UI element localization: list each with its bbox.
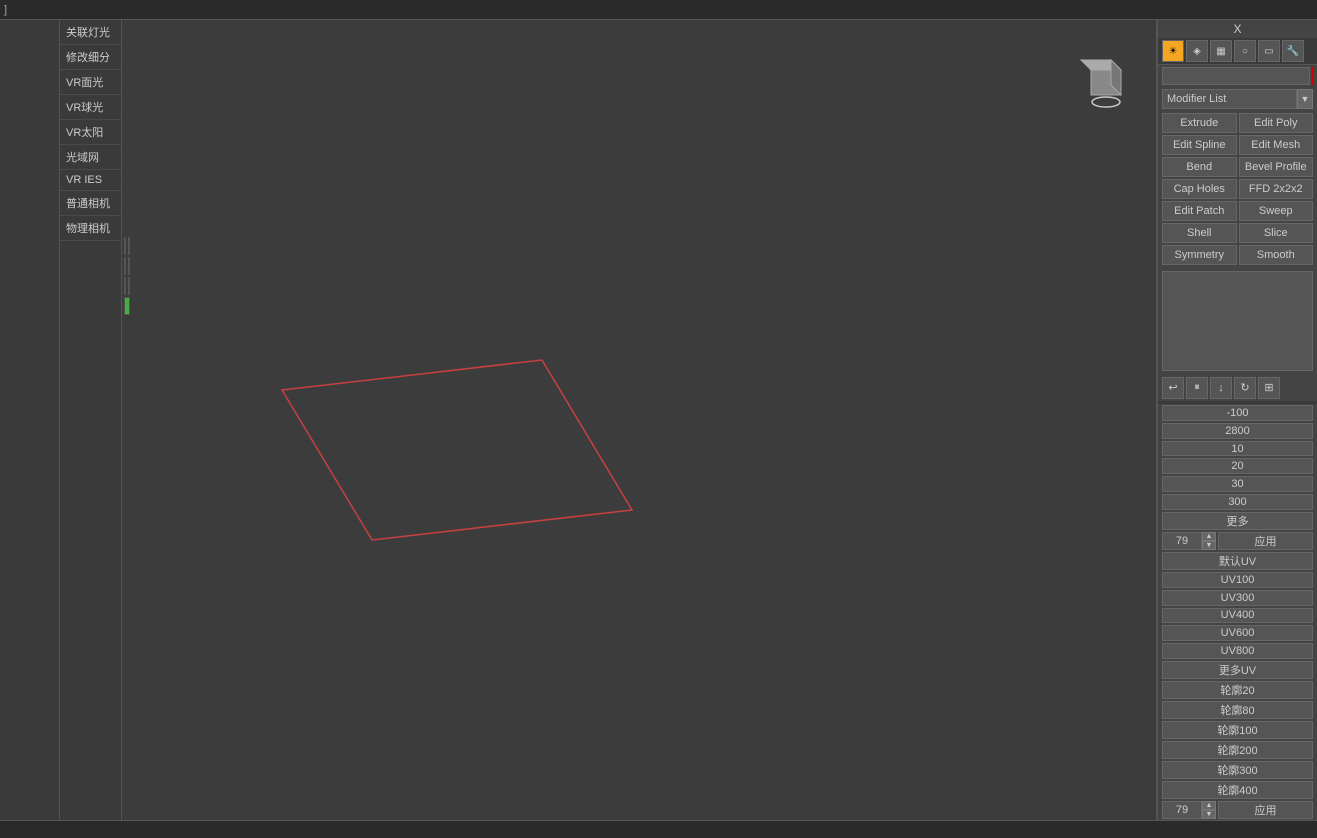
- wrench-icon-btn[interactable]: 🔧: [1282, 40, 1304, 62]
- sidebar-item-6[interactable]: VR IES: [60, 170, 121, 191]
- down-icon[interactable]: ↓: [1210, 377, 1232, 399]
- icons-toolbar: ☀ ◈ ▦ ○ ▭ 🔧: [1158, 38, 1317, 65]
- contour300-btn[interactable]: 轮廓300: [1162, 761, 1313, 779]
- swatch-2[interactable]: [124, 257, 126, 275]
- spinner-down-2[interactable]: ▼: [1202, 810, 1216, 819]
- red-input-row: [1158, 65, 1317, 87]
- ffd-btn[interactable]: FFD 2x2x2: [1239, 179, 1314, 199]
- symmetry-btn[interactable]: Symmetry: [1162, 245, 1237, 265]
- spinner-input-1[interactable]: [1162, 532, 1202, 550]
- sidebar-item-4[interactable]: VR太阳: [60, 120, 121, 145]
- sidebar-item-0[interactable]: 关联灯光: [60, 20, 121, 45]
- num-btn-10[interactable]: 10: [1162, 441, 1313, 457]
- edit-spline-btn[interactable]: Edit Spline: [1162, 135, 1237, 155]
- top-bar-label: ]: [4, 4, 7, 16]
- num-btn-neg100[interactable]: -100: [1162, 405, 1313, 421]
- viewport: 关联灯光 修改细分 VR面光 VR球光 VR太阳 光域网 VR IES 普通相机…: [60, 20, 1157, 820]
- spinner-row-1: ▲ ▼ 应用: [1158, 531, 1317, 551]
- modifier-select[interactable]: Modifier List: [1162, 89, 1297, 109]
- thumbnail-svg: [1076, 50, 1136, 110]
- sidebar-item-2[interactable]: VR面光: [60, 70, 121, 95]
- num-btn-2800[interactable]: 2800: [1162, 423, 1313, 439]
- pause-icon[interactable]: ⏸: [1186, 377, 1208, 399]
- extrude-btn[interactable]: Extrude: [1162, 113, 1237, 133]
- bend-btn[interactable]: Bend: [1162, 157, 1237, 177]
- x-label: X: [1158, 20, 1317, 38]
- dropdown-arrow[interactable]: ▼: [1297, 89, 1313, 109]
- uv800-btn[interactable]: UV800: [1162, 643, 1313, 659]
- contour80-btn[interactable]: 轮廓80: [1162, 701, 1313, 719]
- export-icon[interactable]: ⊞: [1258, 377, 1280, 399]
- sweep-btn[interactable]: Sweep: [1239, 201, 1314, 221]
- preview-area: [1162, 271, 1313, 371]
- default-uv-btn[interactable]: 默认UV: [1162, 552, 1313, 570]
- apply-btn-1[interactable]: 应用: [1218, 532, 1313, 550]
- spinner-up-2[interactable]: ▲: [1202, 801, 1216, 810]
- modifier-buttons: Extrude Edit Poly Edit Spline Edit Mesh …: [1158, 111, 1317, 267]
- more-uv-btn[interactable]: 更多UV: [1162, 661, 1313, 679]
- swatches-panel: [122, 235, 132, 317]
- num-btn-300[interactable]: 300: [1162, 494, 1313, 510]
- spinner-down-1[interactable]: ▼: [1202, 541, 1216, 550]
- swatch-1[interactable]: [128, 237, 130, 255]
- spinner-arrows-1: ▲ ▼: [1202, 532, 1216, 550]
- top-bar: ]: [0, 0, 1317, 20]
- bevel-profile-btn[interactable]: Bevel Profile: [1239, 157, 1314, 177]
- sidebar-item-8[interactable]: 物理相机: [60, 216, 121, 241]
- main-layout: 关联灯光 修改细分 VR面光 VR球光 VR太阳 光域网 VR IES 普通相机…: [0, 20, 1317, 820]
- sidebar-item-7[interactable]: 普通相机: [60, 191, 121, 216]
- sidebar-item-3[interactable]: VR球光: [60, 95, 121, 120]
- num-btn-30[interactable]: 30: [1162, 476, 1313, 492]
- obj-thumbnail: [1076, 50, 1136, 110]
- swatch-0[interactable]: [124, 237, 126, 255]
- contour200-btn[interactable]: 轮廓200: [1162, 741, 1313, 759]
- viewport-canvas: [122, 20, 1156, 820]
- modifier-icon-btn[interactable]: ◈: [1186, 40, 1208, 62]
- right-panel: X ☀ ◈ ▦ ○ ▭ 🔧 Modifier List ▼ Extrude Ed…: [1157, 20, 1317, 820]
- apply-btn-3[interactable]: 应用: [1218, 801, 1313, 819]
- status-bar: [0, 820, 1317, 838]
- swatch-3[interactable]: [128, 257, 130, 275]
- sphere-icon-btn[interactable]: ○: [1234, 40, 1256, 62]
- shell-btn[interactable]: Shell: [1162, 223, 1237, 243]
- preview-toolbar: ↩ ⏸ ↓ ↻ ⊞: [1158, 375, 1317, 401]
- color-input[interactable]: [1162, 67, 1310, 85]
- contour20-btn[interactable]: 轮廓20: [1162, 681, 1313, 699]
- swatch-5[interactable]: [128, 277, 130, 295]
- edit-mesh-btn[interactable]: Edit Mesh: [1239, 135, 1314, 155]
- spinner-up-1[interactable]: ▲: [1202, 532, 1216, 541]
- edit-patch-btn[interactable]: Edit Patch: [1162, 201, 1237, 221]
- sun-icon-btn[interactable]: ☀: [1162, 40, 1184, 62]
- uv100-btn[interactable]: UV100: [1162, 572, 1313, 588]
- sidebar-item-1[interactable]: 修改细分: [60, 45, 121, 70]
- refresh-icon[interactable]: ↻: [1234, 377, 1256, 399]
- section-divider-1: [1158, 401, 1317, 404]
- modifier-dropdown: Modifier List ▼: [1158, 87, 1317, 111]
- red-button[interactable]: [1312, 67, 1313, 85]
- spinner-arrows-2: ▲ ▼: [1202, 801, 1216, 819]
- uv600-btn[interactable]: UV600: [1162, 625, 1313, 641]
- display-icon-btn[interactable]: ▭: [1258, 40, 1280, 62]
- shape-outline: [282, 360, 632, 540]
- back-icon[interactable]: ↩: [1162, 377, 1184, 399]
- contour100-btn[interactable]: 轮廓100: [1162, 721, 1313, 739]
- sidebar-menu: [0, 20, 60, 820]
- swatch-4[interactable]: [124, 277, 126, 295]
- sidebar-item-5[interactable]: 光域网: [60, 145, 121, 170]
- cap-holes-btn[interactable]: Cap Holes: [1162, 179, 1237, 199]
- smooth-btn[interactable]: Smooth: [1239, 245, 1314, 265]
- spinner-input-2[interactable]: [1162, 801, 1202, 819]
- num-btn-more[interactable]: 更多: [1162, 512, 1313, 530]
- spinner-row-2: ▲ ▼ 应用: [1158, 800, 1317, 820]
- contour400-btn[interactable]: 轮廓400: [1162, 781, 1313, 799]
- grid-icon-btn[interactable]: ▦: [1210, 40, 1232, 62]
- uv400-btn[interactable]: UV400: [1162, 608, 1313, 624]
- slice-btn[interactable]: Slice: [1239, 223, 1314, 243]
- sidebar-panel: 关联灯光 修改细分 VR面光 VR球光 VR太阳 光域网 VR IES 普通相机…: [60, 20, 122, 820]
- edit-poly-btn[interactable]: Edit Poly: [1239, 113, 1314, 133]
- num-btn-20[interactable]: 20: [1162, 458, 1313, 474]
- uv300-btn[interactable]: UV300: [1162, 590, 1313, 606]
- swatch-6[interactable]: [124, 297, 130, 315]
